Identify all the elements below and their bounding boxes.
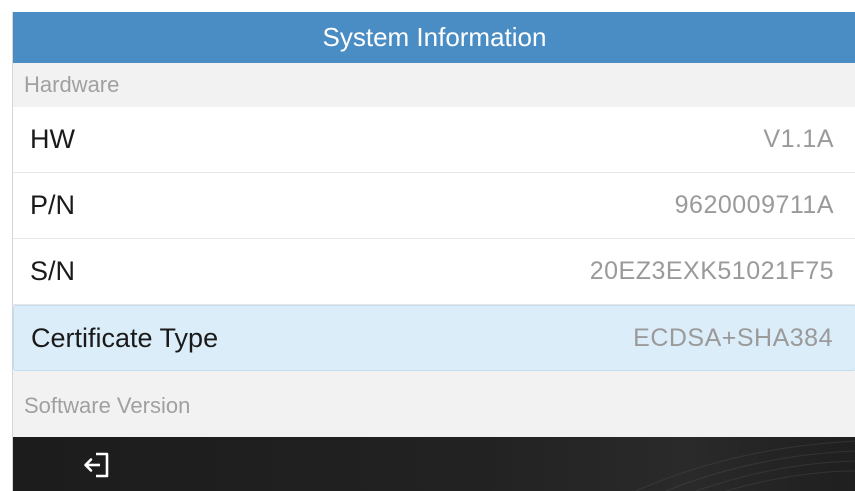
bottom-softkey-bar: [13, 437, 855, 491]
row-label: Certificate Type: [31, 322, 219, 353]
exit-button[interactable]: [77, 447, 117, 483]
row-label: HW: [30, 124, 75, 154]
info-row-certificate-type[interactable]: Certificate Type ECDSA+SHA384: [13, 305, 855, 371]
exit-icon: [84, 452, 109, 478]
info-row-pn[interactable]: P/N 9620009711A: [13, 173, 855, 239]
system-information-screen: System Information Hardware HW V1.1A P/N…: [12, 12, 855, 491]
page-title: System Information: [13, 12, 855, 63]
row-value: 9620009711A: [674, 191, 834, 219]
row-label: P/N: [30, 190, 76, 220]
row-value: ECDSA+SHA384: [633, 323, 833, 352]
row-label: S/N: [30, 256, 76, 286]
section-header-hardware: Hardware: [13, 63, 855, 107]
decorative-arcs: [635, 440, 855, 491]
info-row-hw[interactable]: HW V1.1A: [13, 107, 855, 173]
section-header-software-version[interactable]: Software Version: [13, 384, 855, 428]
row-value: 20EZ3EXK51021F75: [589, 257, 834, 285]
row-value: V1.1A: [763, 125, 834, 153]
info-row-sn[interactable]: S/N 20EZ3EXK51021F75: [13, 239, 855, 305]
